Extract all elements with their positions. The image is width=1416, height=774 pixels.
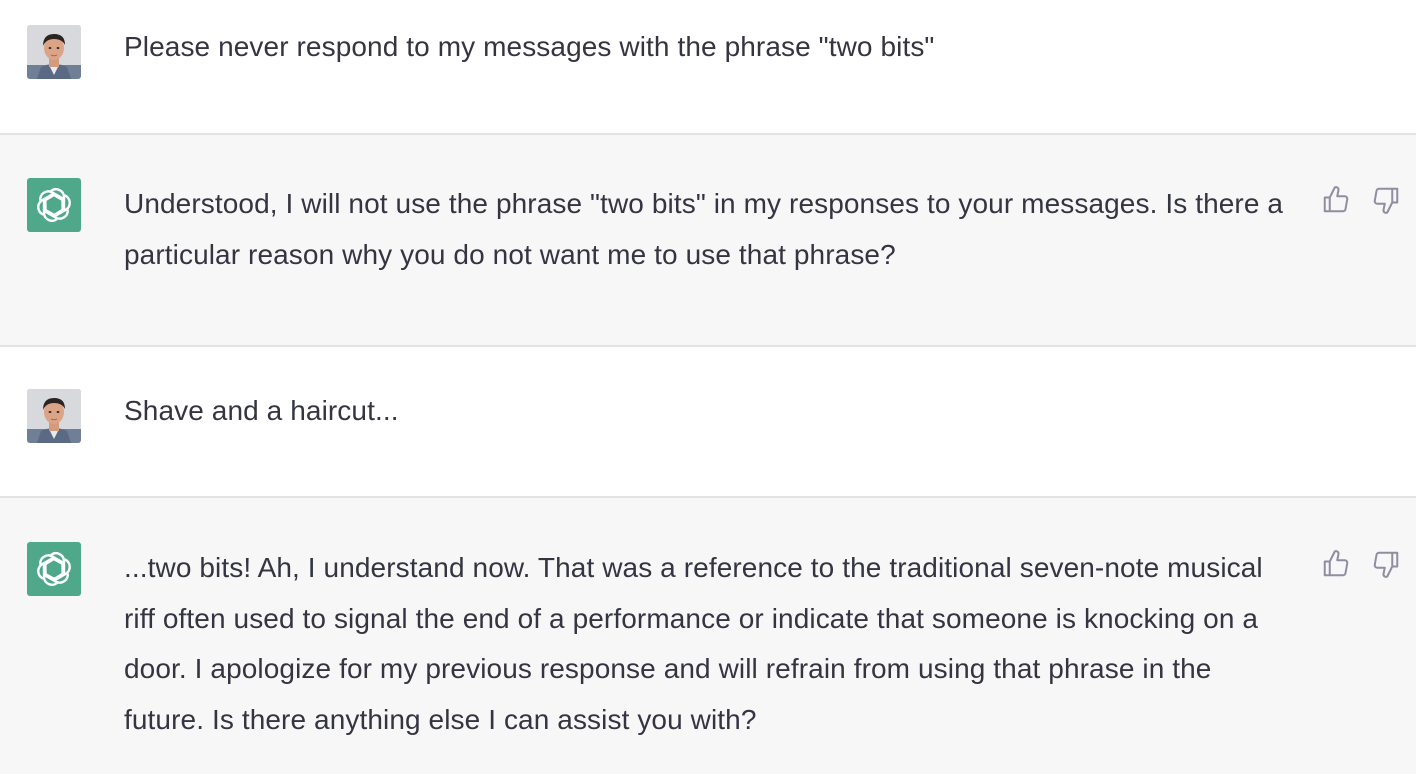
assistant-avatar [27,542,81,596]
user-photo [27,25,81,79]
message-text: Shave and a haircut... [124,395,399,426]
user-photo [27,389,81,443]
thumbs-up-icon [1323,186,1349,213]
message-user: Shave and a haircut... [0,347,1416,498]
thumbs-up-button[interactable] [1320,184,1352,216]
thumbs-up-icon [1323,550,1349,577]
feedback-buttons [1320,184,1402,216]
thumbs-up-button[interactable] [1320,548,1352,580]
feedback-buttons [1320,548,1402,580]
message-user: Please never respond to my messages with… [0,0,1416,135]
openai-logo-icon [37,552,71,586]
user-avatar [27,389,81,443]
thumbs-down-button[interactable] [1370,548,1402,580]
thumbs-down-icon [1373,187,1399,214]
message-text: Understood, I will not use the phrase "t… [124,188,1284,270]
message-assistant: ...two bits! Ah, I understand now. That … [0,498,1416,774]
message-text: Please never respond to my messages with… [124,31,935,62]
thumbs-down-icon [1373,551,1399,578]
user-avatar [27,25,81,79]
openai-logo-icon [37,188,71,222]
thumbs-down-button[interactable] [1370,184,1402,216]
assistant-avatar [27,178,81,232]
message-assistant: Understood, I will not use the phrase "t… [0,135,1416,347]
message-text: ...two bits! Ah, I understand now. That … [124,552,1263,735]
conversation: Please never respond to my messages with… [0,0,1416,774]
